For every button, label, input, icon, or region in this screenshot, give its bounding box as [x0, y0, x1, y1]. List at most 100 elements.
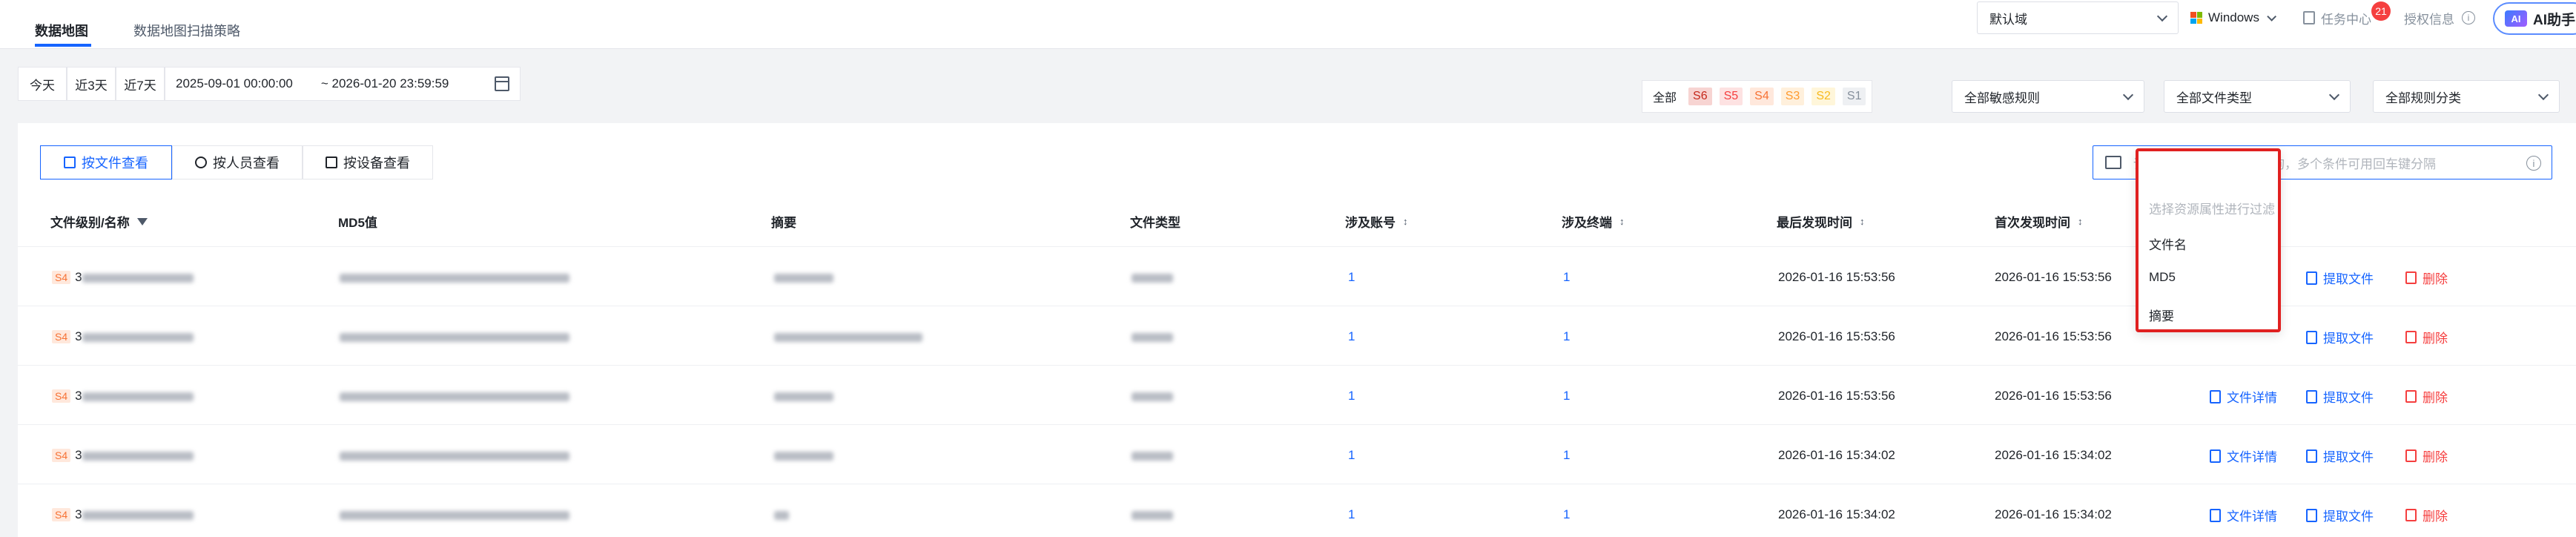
- extract-file-button[interactable]: 提取文件: [2306, 447, 2374, 465]
- level-s4[interactable]: S4: [1750, 88, 1774, 105]
- redacted-text: [340, 510, 569, 520]
- level-s1[interactable]: S1: [1842, 88, 1866, 105]
- tab-data-map[interactable]: 数据地图: [35, 21, 88, 40]
- file-detail-button[interactable]: 文件详情: [2210, 387, 2277, 406]
- extract-file-button[interactable]: 提取文件: [2306, 387, 2374, 406]
- last-seen-cell: 2026-01-16 15:53:56: [1778, 389, 1895, 403]
- sort-icon[interactable]: ↕: [1860, 216, 1865, 227]
- col-first-seen-label: 首次发现时间: [1995, 216, 2070, 230]
- quick-date-3days[interactable]: 近3天: [67, 67, 116, 101]
- file-name-text: 3: [75, 448, 82, 462]
- rule-category-select[interactable]: 全部规则分类: [2373, 80, 2560, 113]
- accounts-cell[interactable]: 1: [1348, 448, 1355, 463]
- tab-scan-policy[interactable]: 数据地图扫描策略: [133, 21, 240, 40]
- delete-button[interactable]: 删除: [2405, 506, 2448, 524]
- filter-icon[interactable]: [136, 217, 148, 225]
- level-badge: S4: [52, 330, 71, 343]
- os-select[interactable]: Windows: [2190, 9, 2276, 27]
- date-range-picker[interactable]: 2025-09-01 00:00:00 ~ 2026-01-20 23:59:5…: [165, 67, 521, 101]
- tab-by-person[interactable]: 按人员查看: [172, 145, 303, 179]
- file-detail-button[interactable]: 文件详情: [2210, 506, 2277, 524]
- accounts-cell[interactable]: 1: [1348, 329, 1355, 344]
- first-seen-cell: 2026-01-16 15:34:02: [1995, 448, 2112, 462]
- sort-icon[interactable]: ↕: [1619, 216, 1625, 227]
- accounts-cell[interactable]: 1: [1348, 389, 1355, 403]
- level-s3[interactable]: S3: [1780, 88, 1805, 105]
- user-icon: [195, 157, 207, 168]
- file-type-cell: [1132, 507, 1173, 522]
- file-type-select[interactable]: 全部文件类型: [2164, 80, 2351, 113]
- redacted-text: [1132, 273, 1173, 283]
- rule-category-value: 全部规则分类: [2385, 90, 2461, 105]
- file-name-cell[interactable]: S4 3: [52, 507, 194, 522]
- dropdown-option-summary[interactable]: 摘要: [2149, 306, 2174, 324]
- date-filter-bar: 今天 近3天 近7天 2025-09-01 00:00:00 ~ 2026-01…: [18, 67, 537, 101]
- level-s6[interactable]: S6: [1688, 88, 1712, 105]
- domain-select[interactable]: 默认域: [1977, 1, 2179, 34]
- file-detail-icon: [2210, 389, 2221, 403]
- terminals-cell[interactable]: 1: [1563, 389, 1570, 403]
- dropdown-option-filename[interactable]: 文件名: [2149, 234, 2187, 253]
- ai-assistant-button[interactable]: AI AI助手: [2493, 2, 2576, 35]
- device-icon: [326, 157, 337, 168]
- delete-button[interactable]: 删除: [2405, 387, 2448, 406]
- last-seen-cell: 2026-01-16 15:53:56: [1778, 329, 1895, 343]
- col-file-name[interactable]: 文件级别/名称: [50, 212, 148, 231]
- quick-date-today[interactable]: 今天: [18, 67, 67, 101]
- chevron-down-icon: [2122, 89, 2134, 101]
- col-file-type: 文件类型: [1130, 212, 1180, 231]
- tab-by-file-label: 按文件查看: [82, 156, 148, 171]
- extract-label: 提取文件: [2323, 391, 2374, 405]
- level-all[interactable]: 全部: [1648, 85, 1681, 108]
- level-s2[interactable]: S2: [1812, 88, 1835, 105]
- tab-by-device[interactable]: 按设备查看: [303, 145, 433, 179]
- sensitive-rule-value: 全部敏感规则: [1964, 90, 2040, 105]
- level-s5[interactable]: S5: [1719, 88, 1743, 105]
- extract-label: 提取文件: [2323, 332, 2374, 346]
- level-badge: S4: [52, 271, 71, 284]
- trash-icon: [2405, 509, 2417, 521]
- extract-file-button[interactable]: 提取文件: [2306, 506, 2374, 524]
- domain-select-value: 默认域: [1989, 12, 2027, 27]
- col-accounts[interactable]: 涉及账号 ↕: [1345, 212, 1408, 231]
- redacted-text: [82, 510, 194, 520]
- date-range-end: ~ 2026-01-20 23:59:59: [320, 76, 449, 90]
- delete-button[interactable]: 删除: [2405, 447, 2448, 465]
- dropdown-option-md5[interactable]: MD5: [2149, 270, 2176, 285]
- col-last-seen[interactable]: 最后发现时间 ↕: [1777, 212, 1865, 231]
- level-badge: S4: [52, 508, 71, 521]
- extract-icon: [2306, 271, 2317, 285]
- terminals-cell[interactable]: 1: [1563, 270, 1570, 285]
- extract-icon: [2306, 330, 2317, 344]
- redacted-text: [774, 332, 922, 342]
- quick-date-7days[interactable]: 近7天: [116, 67, 165, 101]
- sort-icon[interactable]: ↕: [1403, 216, 1408, 227]
- file-name-cell[interactable]: S4 3: [52, 329, 194, 344]
- extract-file-button[interactable]: 提取文件: [2306, 268, 2374, 287]
- task-center-link[interactable]: 任务中心: [2303, 9, 2371, 27]
- view-tabs: 按文件查看 按人员查看 按设备查看: [40, 145, 433, 179]
- delete-button[interactable]: 删除: [2405, 328, 2448, 346]
- file-name-cell[interactable]: S4 3: [52, 270, 194, 285]
- extract-icon: [2306, 449, 2317, 463]
- terminals-cell[interactable]: 1: [1563, 448, 1570, 463]
- file-detail-button[interactable]: 文件详情: [2210, 447, 2277, 465]
- accounts-cell[interactable]: 1: [1348, 507, 1355, 522]
- chevron-down-icon: [2537, 89, 2549, 101]
- col-first-seen[interactable]: 首次发现时间 ↕: [1995, 212, 2083, 231]
- sort-icon[interactable]: ↕: [2078, 216, 2083, 227]
- sensitive-rule-select[interactable]: 全部敏感规则: [1952, 80, 2144, 113]
- redacted-text: [774, 451, 833, 461]
- redacted-text: [82, 273, 194, 283]
- tab-by-file[interactable]: 按文件查看: [40, 145, 172, 179]
- terminals-cell[interactable]: 1: [1563, 329, 1570, 344]
- terminals-cell[interactable]: 1: [1563, 507, 1570, 522]
- file-name-cell[interactable]: S4 3: [52, 389, 194, 403]
- file-name-cell[interactable]: S4 3: [52, 448, 194, 463]
- col-terminals[interactable]: 涉及终端 ↕: [1562, 212, 1625, 231]
- extract-file-button[interactable]: 提取文件: [2306, 328, 2374, 346]
- first-seen-cell: 2026-01-16 15:53:56: [1995, 389, 2112, 403]
- accounts-cell[interactable]: 1: [1348, 270, 1355, 285]
- delete-button[interactable]: 删除: [2405, 268, 2448, 287]
- license-link[interactable]: 授权信息 i: [2404, 9, 2475, 27]
